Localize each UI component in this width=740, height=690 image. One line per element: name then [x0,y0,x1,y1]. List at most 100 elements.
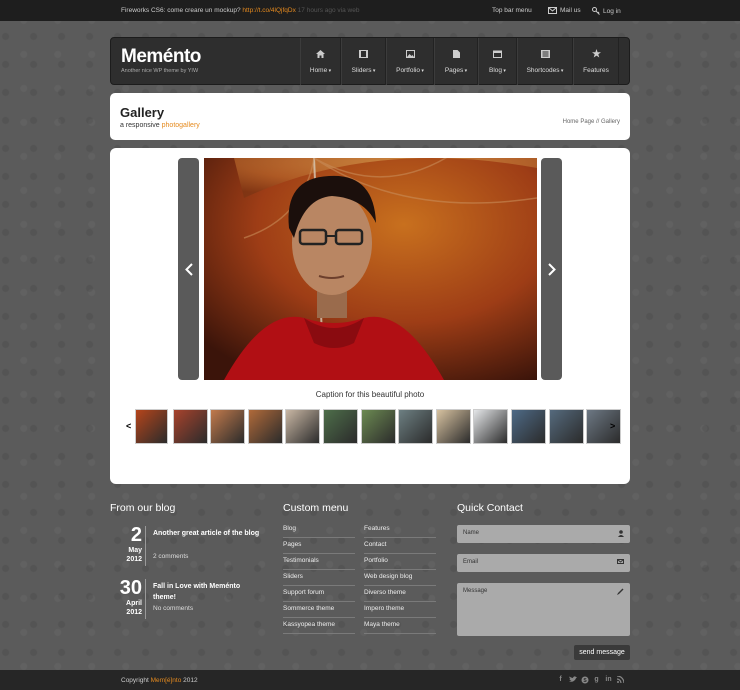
copyright-year: 2012 [181,677,198,684]
main-photo[interactable] [204,158,537,380]
twitter-icon[interactable] [568,675,577,684]
rss-icon[interactable] [616,675,625,684]
menu-link[interactable]: Web design blog [364,570,436,586]
breadcrumb[interactable]: Home Page // Gallery [563,119,620,125]
top-bar: Fireworks CS6: come creare un mockup? ht… [0,0,740,21]
email-placeholder: Email [463,559,479,565]
site-header: Meménto Another nice WP theme by YIW Hom… [110,37,630,85]
post-day: 2 [130,524,142,546]
gallery-thumbnail[interactable] [586,409,622,444]
list-icon [540,49,550,58]
mail-icon [548,7,557,14]
custom-menu-heading: Custom menu [283,502,349,514]
nav-item-sliders[interactable]: Sliders [341,38,386,85]
gallery-thumbnail[interactable] [435,409,471,444]
nav-item-portfolio[interactable]: Portfolio [386,38,434,85]
gallery-thumbnail[interactable] [210,409,246,444]
gallery-thumbnail[interactable] [323,409,358,444]
gallery-thumbnail[interactable] [172,409,208,444]
menu-link[interactable]: Features [364,522,436,538]
menu-link[interactable]: Testimonials [283,554,355,570]
post-month: May [128,547,142,554]
custom-menu-widget: Custom menu Blog Pages Testimonials Sliders… [283,502,436,634]
nav-label-portfolio: Portfolio [396,67,424,74]
thumbs-next-button[interactable]: > [610,421,615,431]
star-icon [591,49,601,58]
tweet-text: Fireworks CS6: come creare un mockup? [121,7,241,14]
linkedin-icon[interactable]: in [604,675,613,684]
gallery-thumbnail[interactable] [548,409,584,444]
top-bar-menu-label: Top bar menu [492,7,532,14]
contact-heading: Quick Contact [457,502,523,514]
menu-link[interactable]: Sommerce theme [283,602,355,618]
post-title[interactable]: Another great article of the blog [153,528,263,539]
gallery-thumbnail[interactable] [360,409,396,444]
tweet-link[interactable]: http://t.co/4lQjfqDx [242,7,295,14]
mail-us-label: Mail us [560,7,581,14]
thumbs-prev-button[interactable]: < [126,421,131,431]
skype-icon[interactable]: S [580,675,589,684]
gallery-panel: Caption for this beautiful photo < > [110,148,630,484]
menu-link[interactable]: Sliders [283,570,355,586]
social-links: f S g in [556,675,625,684]
copyright-brand: Mem[é]nto [150,677,182,684]
site-footer: Copyright Mem[é]nto 2012 f S g in [0,670,740,690]
home-icon [316,49,325,58]
google-icon[interactable]: g [592,675,601,684]
site-logo[interactable]: Meménto [121,46,201,68]
post-title[interactable]: Fall in Love with Meménto theme! [153,581,263,603]
mail-us-link[interactable]: Mail us [548,7,581,14]
page-icon [452,49,461,58]
menu-link[interactable]: Kassyopea theme [283,618,355,634]
menu-link[interactable]: Pages [283,538,355,554]
nav-item-shortcodes[interactable]: Shortcodes [517,38,573,85]
tweet-time: 17 hours ago via web [297,7,360,14]
email-field[interactable]: Email [457,554,630,572]
post-divider [145,526,146,566]
page-title-box: Gallery a responsive photogallery Home P… [110,93,630,140]
prev-slide-button[interactable] [178,158,199,380]
gallery-thumbnail[interactable] [511,409,546,444]
site-tagline: Another nice WP theme by YIW [121,68,199,74]
send-message-button[interactable]: send message [574,645,630,660]
gallery-thumbnail[interactable] [285,409,321,444]
message-placeholder: Message [463,588,488,594]
key-icon [592,7,600,15]
next-slide-button[interactable] [541,158,562,380]
nav-item-pages[interactable]: Pages [434,38,478,85]
nav-label-sliders: Sliders [352,67,376,74]
menu-link[interactable]: Impero theme [364,602,436,618]
menu-link[interactable]: Diverso theme [364,586,436,602]
main-nav: Home Sliders Portfolio Pages Blog Shortc… [300,38,619,85]
nav-label-home: Home [310,67,331,74]
menu-link[interactable]: Support forum [283,586,355,602]
menu-link[interactable]: Blog [283,522,355,538]
menu-link[interactable]: Portfolio [364,554,436,570]
facebook-icon[interactable]: f [556,675,565,684]
gallery-thumbnail[interactable] [247,409,283,444]
menu-link[interactable]: Maya theme [364,618,436,634]
login-link[interactable]: Log in [592,7,621,15]
copyright-text: Copyright [121,677,151,684]
top-bar-menu[interactable]: Top bar menu [492,7,532,14]
post-comments[interactable]: No comments [153,605,193,612]
gallery-thumbnail[interactable] [473,409,509,444]
nav-item-features[interactable]: Features [573,38,619,85]
name-field[interactable]: Name [457,525,630,543]
page-title: Gallery [120,105,165,120]
gallery-thumbnail[interactable] [135,409,168,444]
page-subtitle: a responsive photogallery [120,122,200,129]
nav-item-blog[interactable]: Blog [478,38,517,85]
post-divider [145,579,146,619]
film-icon [359,49,368,58]
user-icon [618,530,624,539]
gallery-thumbnail[interactable] [398,409,434,444]
latest-tweet: Fireworks CS6: come creare un mockup? ht… [121,7,359,14]
chevron-right-icon [547,262,556,276]
menu-link[interactable]: Contact [364,538,436,554]
post-comments[interactable]: 2 comments [153,553,188,560]
pencil-icon [617,588,624,597]
message-field[interactable]: Message [457,583,630,636]
nav-item-home[interactable]: Home [300,38,341,85]
contact-widget: Quick Contact [457,502,523,514]
